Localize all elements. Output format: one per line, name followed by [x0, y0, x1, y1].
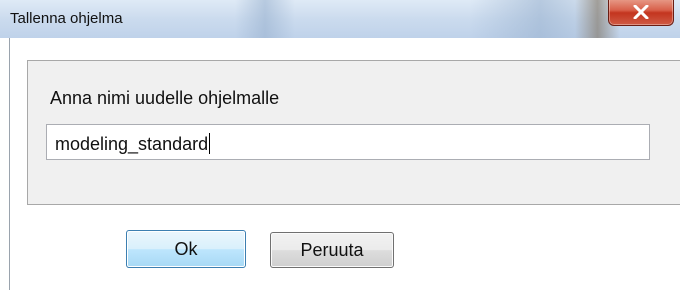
window-title: Tallenna ohjelma: [10, 10, 123, 27]
title-bar[interactable]: Tallenna ohjelma: [0, 0, 680, 38]
close-icon: [633, 5, 649, 19]
ok-button[interactable]: Ok: [126, 230, 246, 268]
name-prompt-label: Anna nimi uudelle ohjelmalle: [50, 88, 280, 108]
cancel-button[interactable]: Peruuta: [270, 232, 394, 268]
window-frame: [9, 38, 10, 290]
program-name-input[interactable]: modeling_standard: [46, 124, 650, 160]
text-caret: [209, 133, 211, 154]
title-bar-reflection: [235, 0, 295, 38]
close-button[interactable]: [608, 0, 674, 26]
program-name-value: modeling_standard: [55, 133, 211, 154]
